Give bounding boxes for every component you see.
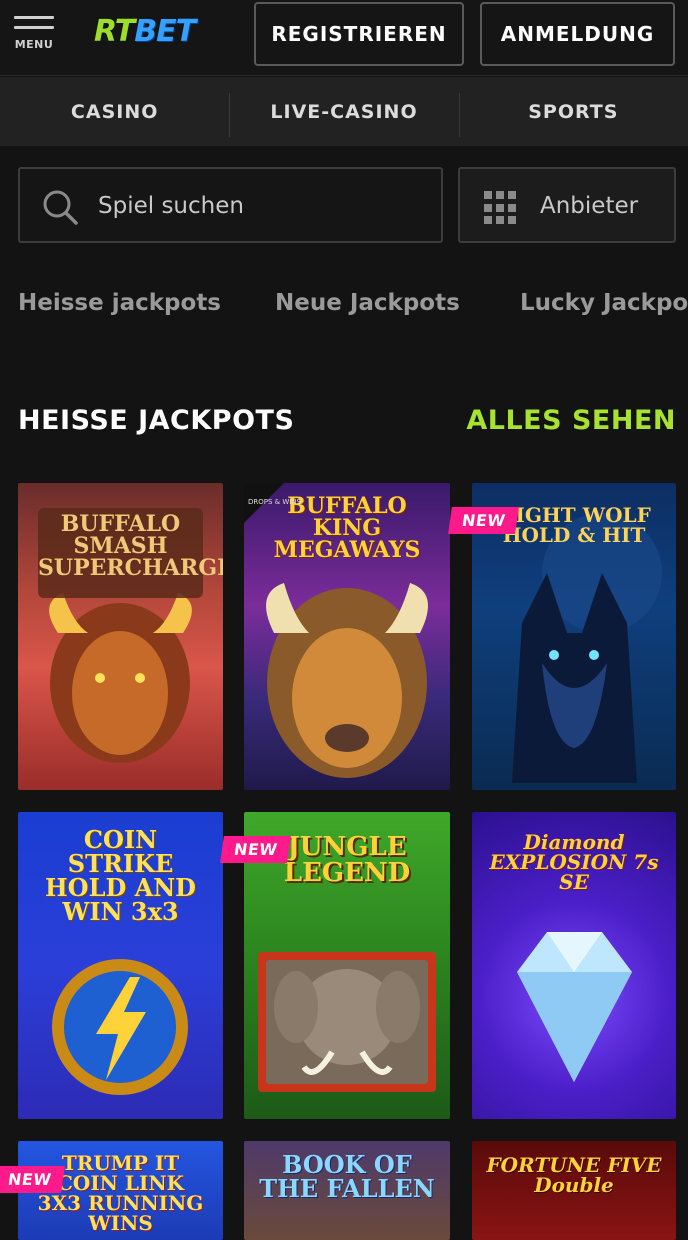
top-header: MENU RTBET REGISTRIEREN ANMELDUNG: [0, 0, 688, 76]
search-icon: [43, 190, 78, 225]
section-title: HEISSE JACKPOTS: [18, 405, 295, 436]
grid-icon: [484, 191, 518, 225]
see-all-link[interactable]: ALLES SEHEN: [466, 405, 676, 436]
category-neue-jackpots[interactable]: Neue Jackpots: [275, 290, 460, 316]
main-nav: CASINO LIVE-CASINO SPORTS: [0, 77, 688, 146]
menu-label: MENU: [14, 38, 54, 51]
game-tile-diamond-explosion[interactable]: Diamond EXPLOSION 7s SE: [472, 812, 676, 1119]
new-badge: NEW: [448, 507, 520, 534]
register-button[interactable]: REGISTRIEREN: [254, 2, 464, 66]
login-button[interactable]: ANMELDUNG: [480, 2, 675, 66]
provider-filter-button[interactable]: Anbieter: [458, 167, 676, 243]
hamburger-icon: [14, 16, 54, 19]
search-input[interactable]: Spiel suchen: [18, 167, 443, 243]
hamburger-icon-bar: [14, 26, 54, 29]
game-title: Diamond EXPLOSION 7s SE: [489, 830, 659, 894]
category-scroller: Heisse jackpots Neue Jackpots Lucky Jack…: [0, 290, 688, 330]
search-placeholder: Spiel suchen: [98, 193, 244, 219]
game-tile-fortune-five[interactable]: FORTUNE FIVE Double: [472, 1141, 676, 1240]
menu-button[interactable]: MENU: [12, 14, 56, 54]
game-title: COIN STRIKE HOLD AND WIN 3x3: [45, 825, 196, 926]
category-heisse-jackpots[interactable]: Heisse jackpots: [18, 290, 221, 316]
game-title: BUFFALO SMASH SUPERCHARGED: [38, 511, 223, 581]
tab-casino[interactable]: CASINO: [0, 77, 229, 146]
logo-part-rt: RT: [94, 14, 135, 49]
category-lucky-jackpots[interactable]: Lucky Jackpots: [520, 290, 688, 316]
tab-live-casino[interactable]: LIVE-CASINO: [229, 77, 458, 146]
game-title: FORTUNE FIVE Double: [486, 1153, 662, 1197]
new-badge: NEW: [220, 836, 292, 863]
game-tile-book-of-the-fallen[interactable]: BOOK OF THE FALLEN: [244, 1141, 450, 1240]
drops-wins-tag: DROPS & WINS: [248, 498, 302, 506]
rtbet-logo[interactable]: RTBET: [94, 14, 196, 49]
tab-sports[interactable]: SPORTS: [458, 77, 688, 146]
provider-label: Anbieter: [540, 193, 639, 219]
game-tile-buffalo-king[interactable]: BUFFALO KING MEGAWAYS DROPS & WINS: [244, 483, 450, 790]
new-badge: NEW: [0, 1166, 66, 1193]
game-tile-coin-strike[interactable]: COIN STRIKE HOLD AND WIN 3x3: [18, 812, 223, 1119]
game-title: BOOK OF THE FALLEN: [259, 1150, 435, 1203]
game-tile-buffalo-smash[interactable]: BUFFALO SMASH SUPERCHARGED: [18, 483, 223, 790]
game-title: TRUMP IT COIN LINK 3X3 RUNNING WINS: [37, 1151, 204, 1235]
logo-part-bet: BET: [134, 14, 196, 49]
